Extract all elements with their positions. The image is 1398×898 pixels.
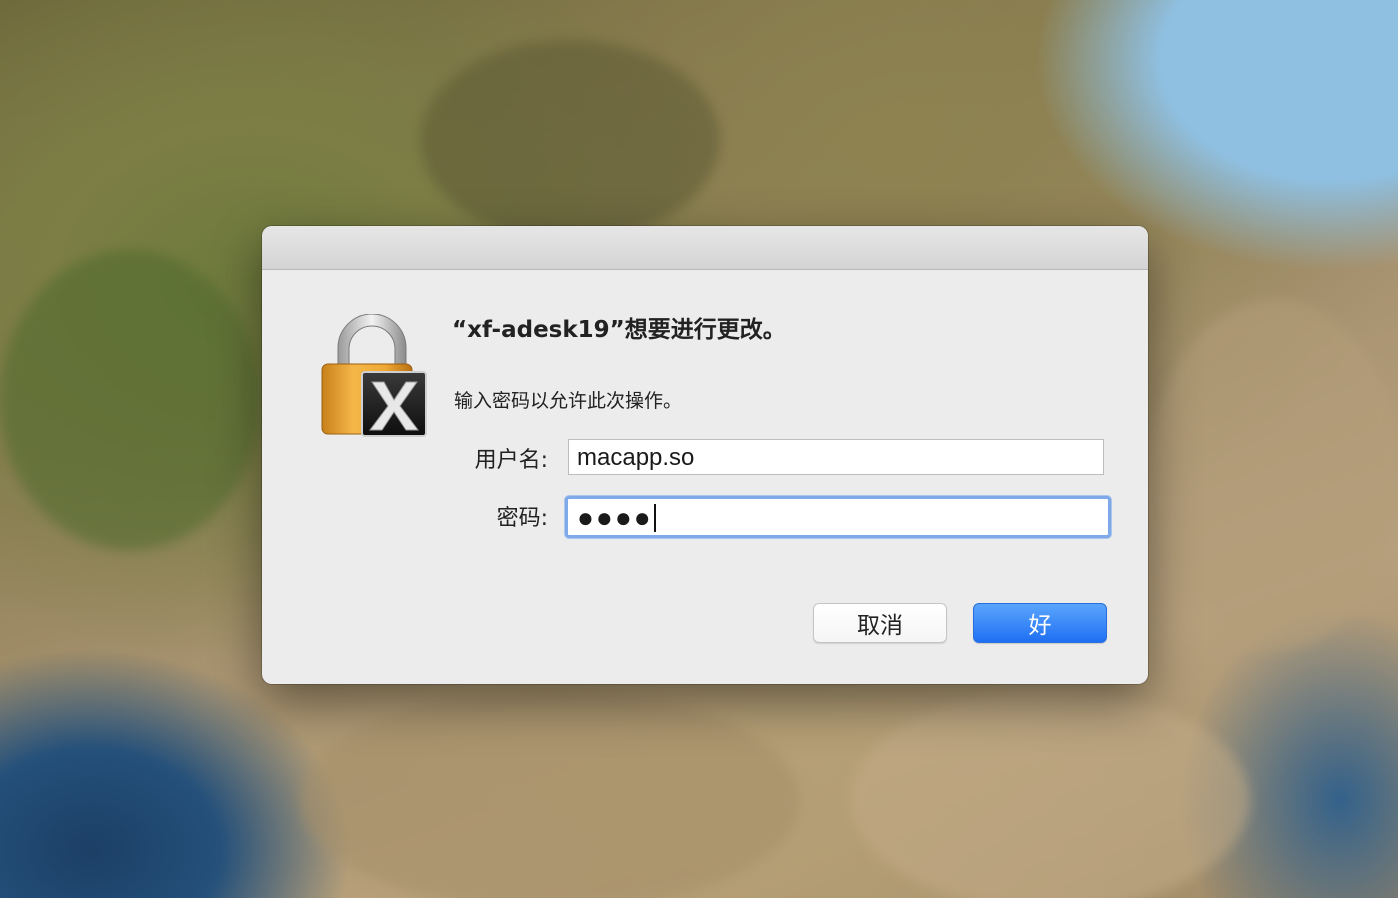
password-mask: ●●●● <box>577 502 653 533</box>
ok-button[interactable]: 好 <box>973 603 1107 643</box>
dialog-title: “xf-adesk19”想要进行更改。 <box>452 317 786 343</box>
username-value: macapp.so <box>577 444 695 471</box>
wallpaper-shade <box>300 690 800 898</box>
wallpaper-shade <box>420 40 720 240</box>
username-field[interactable]: macapp.so <box>568 439 1104 475</box>
username-label: 用户名: <box>474 448 548 473</box>
password-label: 密码: <box>496 506 548 531</box>
password-field[interactable]: ●●●● <box>565 496 1111 538</box>
dialog-titlebar[interactable] <box>262 226 1148 270</box>
wallpaper-shade <box>0 250 260 550</box>
authentication-dialog: “xf-adesk19”想要进行更改。 输入密码以允许此次操作。 用户名: ma… <box>262 226 1148 684</box>
dialog-subtitle: 输入密码以允许此次操作。 <box>454 390 683 412</box>
text-caret <box>653 504 656 532</box>
wallpaper-shade <box>1150 300 1398 650</box>
lock-with-app-badge-icon <box>321 314 427 437</box>
desktop-wallpaper: “xf-adesk19”想要进行更改。 输入密码以允许此次操作。 用户名: ma… <box>0 0 1398 898</box>
wallpaper-shade <box>850 690 1250 898</box>
cancel-button[interactable]: 取消 <box>813 603 947 643</box>
